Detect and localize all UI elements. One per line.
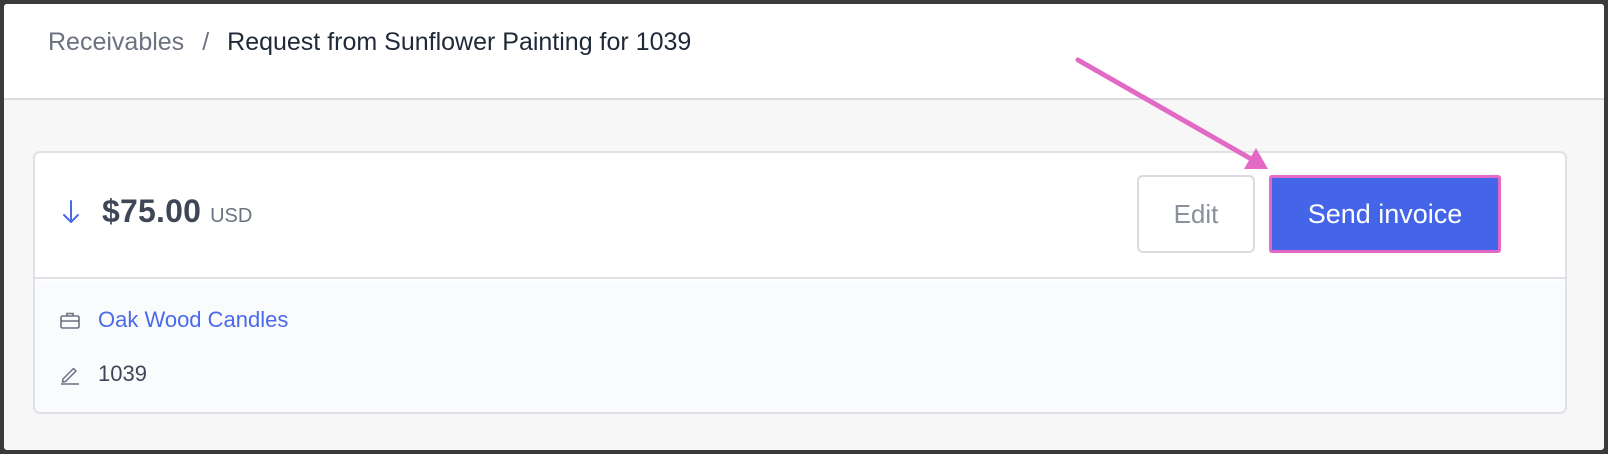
header-bar: Receivables / Request from Sunflower Pai… xyxy=(4,4,1604,100)
receivable-card: $75.00 USD Edit Send invoice Oak Wood Ca… xyxy=(33,151,1567,414)
reference-row: 1039 xyxy=(59,361,147,387)
pencil-icon xyxy=(61,367,79,385)
breadcrumb: Receivables / Request from Sunflower Pai… xyxy=(48,24,691,60)
briefcase-icon xyxy=(60,312,80,329)
customer-link[interactable]: Oak Wood Candles xyxy=(98,307,288,333)
arrow-down-icon xyxy=(63,199,79,223)
invoice-reference: 1039 xyxy=(98,361,147,386)
currency-code: USD xyxy=(210,205,253,227)
app-window: Receivables / Request from Sunflower Pai… xyxy=(4,4,1604,450)
amount-display: $75.00 USD xyxy=(62,193,252,230)
page-title: Request from Sunflower Painting for 1039 xyxy=(227,28,692,56)
customer-row: Oak Wood Candles xyxy=(59,307,288,333)
amount-value: $75.00 xyxy=(102,193,202,229)
edit-button[interactable]: Edit xyxy=(1137,175,1255,253)
breadcrumb-separator: / xyxy=(202,28,210,56)
send-invoice-button[interactable]: Send invoice xyxy=(1269,175,1501,253)
breadcrumb-receivables-link[interactable]: Receivables xyxy=(48,24,184,60)
card-header: $75.00 USD Edit Send invoice xyxy=(35,153,1565,279)
card-details: Oak Wood Candles 1039 xyxy=(35,281,1565,412)
